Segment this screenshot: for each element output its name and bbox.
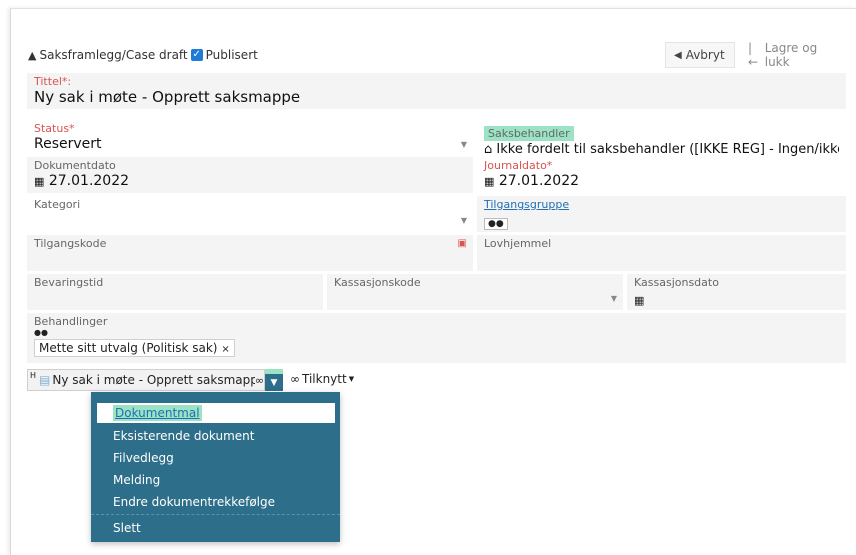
tilgangskode-label: Tilgangskode — [34, 237, 107, 250]
cancel-button[interactable]: ◀ Avbryt — [665, 42, 735, 68]
behandlinger-field[interactable]: Behandlinger ●● Mette sitt utvalg (Polit… — [27, 313, 846, 363]
kassasjonskode-label: Kassasjonskode — [334, 276, 421, 289]
behandling-tag-label: Mette sitt utvalg (Politisk sak) — [39, 341, 218, 355]
save-close-label: Lagre og lukk — [764, 41, 818, 69]
bevaringstid-label: Bevaringstid — [34, 276, 104, 289]
chevron-down-icon[interactable]: ▼ — [461, 140, 467, 149]
calendar-icon[interactable]: ▦ — [484, 175, 494, 188]
caret-down-icon: ▼ — [348, 375, 355, 383]
chevron-down-icon[interactable]: ▼ — [461, 216, 467, 225]
published-checkbox[interactable]: ✓ — [190, 49, 203, 61]
document-icon: ▤ — [39, 373, 51, 387]
journaldato-value: 27.01.2022 — [498, 173, 580, 189]
dokumentdato-field[interactable]: Dokumentdato ▦ 27.01.2022 — [27, 157, 473, 193]
draft-label: Saksframlegg/Case draft — [39, 48, 188, 62]
menu-item-label: Dokumentmal — [113, 405, 202, 421]
document-dropdown-menu: Dokumentmal Eksisterende dokument Filved… — [91, 392, 340, 542]
status-label: Status* — [34, 122, 75, 135]
menu-item-slett[interactable]: Slett — [113, 521, 141, 535]
home-icon: ⌂ — [484, 142, 493, 157]
kategori-field[interactable]: Kategori ▼ — [27, 196, 473, 232]
calendar-icon[interactable]: ▦ — [634, 294, 644, 307]
folder-icon: ▲ — [28, 48, 37, 62]
document-dropdown-toggle[interactable]: ▼ — [265, 369, 283, 391]
menu-divider — [91, 514, 340, 515]
form-header: ▲ Saksframlegg/Case draft ✓ Publisert — [28, 48, 258, 62]
journaldato-value-row: ▦ 27.01.2022 — [484, 172, 839, 191]
kategori-label: Kategori — [34, 198, 81, 211]
lovhjemmel-label: Lovhjemmel — [484, 237, 552, 250]
status-field[interactable]: Status* Reservert ▼ — [27, 120, 473, 154]
cancel-icon: ◀ — [674, 49, 682, 61]
chevron-down-icon[interactable]: ▼ — [611, 294, 617, 303]
menu-item-filvedlegg[interactable]: Filvedlegg — [113, 451, 174, 465]
kassasjonsdato-label: Kassasjonsdato — [634, 276, 719, 289]
document-item[interactable]: H ▤ Ny sak i møte - Opprett saksmappe ∞ — [27, 369, 265, 391]
dokumentdato-value-row: ▦ 27.01.2022 — [34, 172, 466, 191]
users-icon[interactable]: ●● — [484, 218, 508, 230]
lovhjemmel-field[interactable]: Lovhjemmel — [477, 235, 846, 271]
title-label: Tittel*: — [34, 75, 72, 88]
kassasjonskode-field[interactable]: Kassasjonskode ▼ — [327, 274, 623, 310]
save-close-icon: |← — [748, 41, 759, 69]
journaldato-label: Journaldato* — [484, 159, 553, 172]
tilgangsgruppe-link[interactable]: Tilgangsgruppe — [484, 198, 839, 211]
menu-item-eksisterende-dokument[interactable]: Eksisterende dokument — [113, 429, 254, 443]
dokumentdato-label: Dokumentdato — [34, 159, 116, 172]
group-icon: ●● — [34, 328, 48, 337]
kassasjonsdato-field[interactable]: Kassasjonsdato ▦ — [627, 274, 846, 310]
lock-icon: ▣ — [457, 238, 467, 249]
paperclip-icon: ∞ — [290, 372, 300, 386]
saksbehandler-value: Ikke fordelt til saksbehandler ([IKKE RE… — [496, 142, 839, 157]
journaldato-field[interactable]: Journaldato* ▦ 27.01.2022 — [477, 157, 846, 193]
cancel-label: Avbryt — [685, 48, 725, 62]
chevron-down-icon: ▼ — [270, 377, 278, 388]
menu-item-dokumentmal[interactable]: Dokumentmal — [97, 403, 335, 423]
behandling-tag[interactable]: Mette sitt utvalg (Politisk sak) × — [34, 339, 235, 357]
attach-button[interactable]: ∞ Tilknytt ▼ — [290, 372, 354, 386]
attach-label: Tilknytt — [302, 372, 347, 386]
document-name: Ny sak i møte - Opprett saksmappe — [52, 373, 255, 387]
save-close-button[interactable]: |← Lagre og lukk — [740, 41, 846, 69]
calendar-icon[interactable]: ▦ — [34, 175, 44, 188]
tilgangskode-field[interactable]: Tilgangskode ▣ — [27, 235, 473, 271]
title-value: Ny sak i møte - Opprett saksmappe — [34, 88, 301, 106]
dokumentdato-value: 27.01.2022 — [48, 173, 130, 189]
bevaringstid-field[interactable]: Bevaringstid — [27, 274, 323, 310]
tilgangsgruppe-field[interactable]: Tilgangsgruppe ●● — [477, 196, 846, 232]
paperclip-icon[interactable]: ∞ — [255, 374, 264, 387]
saksbehandler-label: Saksbehandler — [484, 126, 574, 141]
document-marker: H — [30, 371, 37, 380]
menu-item-endre-dokumentrekkefolge[interactable]: Endre dokumentrekkefølge — [113, 495, 275, 509]
saksbehandler-field[interactable]: Saksbehandler ⌂ Ikke fordelt til saksbeh… — [477, 120, 846, 157]
behandlinger-label: Behandlinger — [34, 315, 108, 328]
title-field[interactable]: Tittel*: Ny sak i møte - Opprett saksmap… — [27, 73, 846, 109]
status-value: Reservert — [34, 136, 102, 152]
remove-tag-icon[interactable]: × — [221, 344, 229, 355]
menu-item-melding[interactable]: Melding — [113, 473, 160, 487]
published-label: Publisert — [205, 48, 258, 62]
